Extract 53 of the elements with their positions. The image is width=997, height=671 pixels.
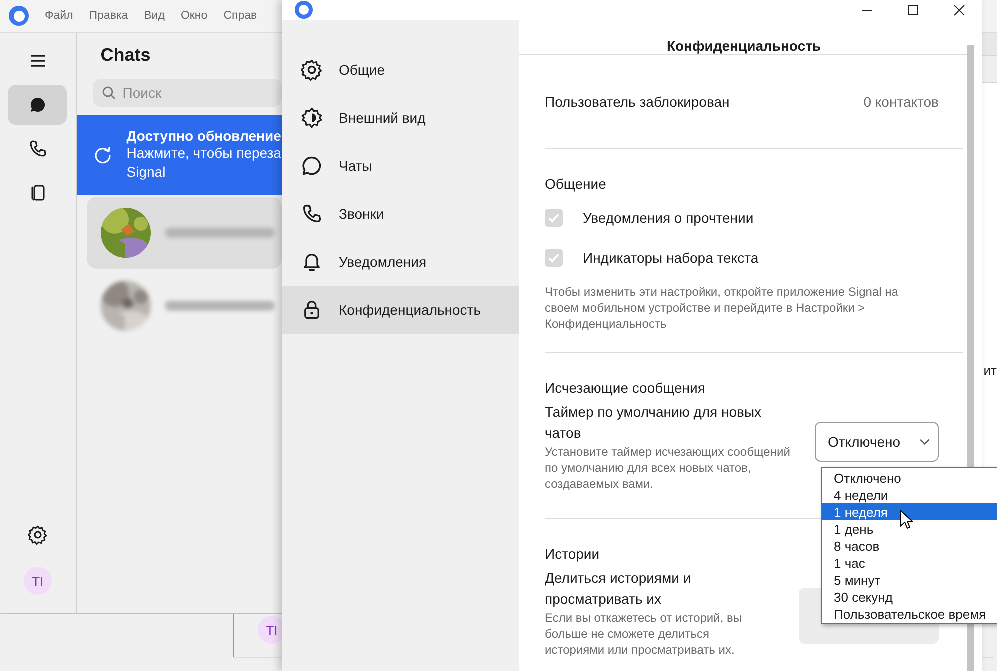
- cut-text: ит: [982, 363, 997, 378]
- chats-title: Chats: [100, 44, 152, 67]
- settings-icon: [28, 525, 48, 545]
- toolbar: [982, 56, 997, 83]
- chats-tab[interactable]: [8, 85, 68, 125]
- search-icon: [102, 86, 116, 100]
- menu-item[interactable]: Вид: [144, 10, 165, 22]
- app-logo-icon: [9, 6, 29, 26]
- checkmark-icon: [547, 251, 561, 265]
- menu-item[interactable]: Файл: [45, 10, 74, 22]
- chat-item[interactable]: [86, 197, 282, 269]
- checkbox-label: Уведомления о прочтении: [583, 210, 754, 226]
- section-title: Общение: [545, 176, 606, 192]
- settings-icon: [301, 59, 323, 81]
- timer-dropdown[interactable]: Отключено: [815, 422, 939, 462]
- menu-item[interactable]: Справ: [224, 10, 258, 22]
- refresh-icon: [92, 145, 113, 165]
- section-title: Истории: [545, 546, 600, 562]
- update-text: Нажмите, чтобы переза: [126, 144, 282, 163]
- menu-item[interactable]: Окно: [180, 10, 208, 22]
- maximize-icon: [908, 5, 918, 15]
- setting-label: Таймер по умолчанию для новых чатов: [545, 403, 763, 443]
- search-field[interactable]: Поиск: [92, 79, 282, 107]
- settings-note: Чтобы изменить эти настройки, откройте приложение Signal на своем мобильном устройстве и перейдите в Настройки > Конфиденциальность: [545, 284, 900, 332]
- chat-bubble-icon: [301, 155, 323, 177]
- settings-nav-item[interactable]: Чаты: [282, 142, 519, 190]
- phone-icon: [28, 139, 48, 159]
- close-icon: [954, 4, 964, 16]
- setting-description: Если вы откажетесь от историй, вы больше не сможете делиться историями или просматривать их.: [545, 610, 743, 658]
- setting-label: Делиться историями и просматривать их: [545, 569, 692, 609]
- settings-nav-item[interactable]: Уведомления: [282, 238, 519, 286]
- update-banner[interactable]: Доступно обновление Нажмите, чтобы переза Signal: [76, 115, 282, 195]
- settings-nav-item[interactable]: Конфиденциальность: [282, 286, 519, 334]
- setting-description: Установите таймер исчезающих сообщений по умолчанию для всех новых чатов, создаваемых вами.: [545, 444, 792, 492]
- sun-icon: [301, 107, 323, 129]
- checkbox-label: Индикаторы набора текста: [583, 250, 759, 266]
- phone-icon: [301, 203, 323, 225]
- bell-icon: [301, 251, 323, 273]
- settings-nav-item[interactable]: Внешний вид: [282, 94, 519, 142]
- setting-label: Пользователь заблокирован: [545, 94, 730, 110]
- setting-value[interactable]: 0 контактов: [864, 94, 939, 110]
- section-title: Исчезающие сообщения: [545, 380, 706, 396]
- dropdown-option[interactable]: 1 неделя: [822, 503, 997, 520]
- menu-item[interactable]: Правка: [89, 10, 128, 22]
- page-title: Конфиденциальность: [519, 20, 969, 55]
- update-title: Доступно обновление: [126, 128, 282, 144]
- profile-avatar[interactable]: TI: [24, 567, 52, 595]
- settings-nav-item[interactable]: Общие: [282, 46, 519, 94]
- mouse-cursor-icon: [900, 510, 913, 530]
- update-text: Signal: [126, 163, 167, 182]
- settings-nav-item[interactable]: Звонки: [282, 190, 519, 238]
- checkmark-icon: [547, 211, 561, 225]
- chevron-down-icon: [920, 439, 930, 445]
